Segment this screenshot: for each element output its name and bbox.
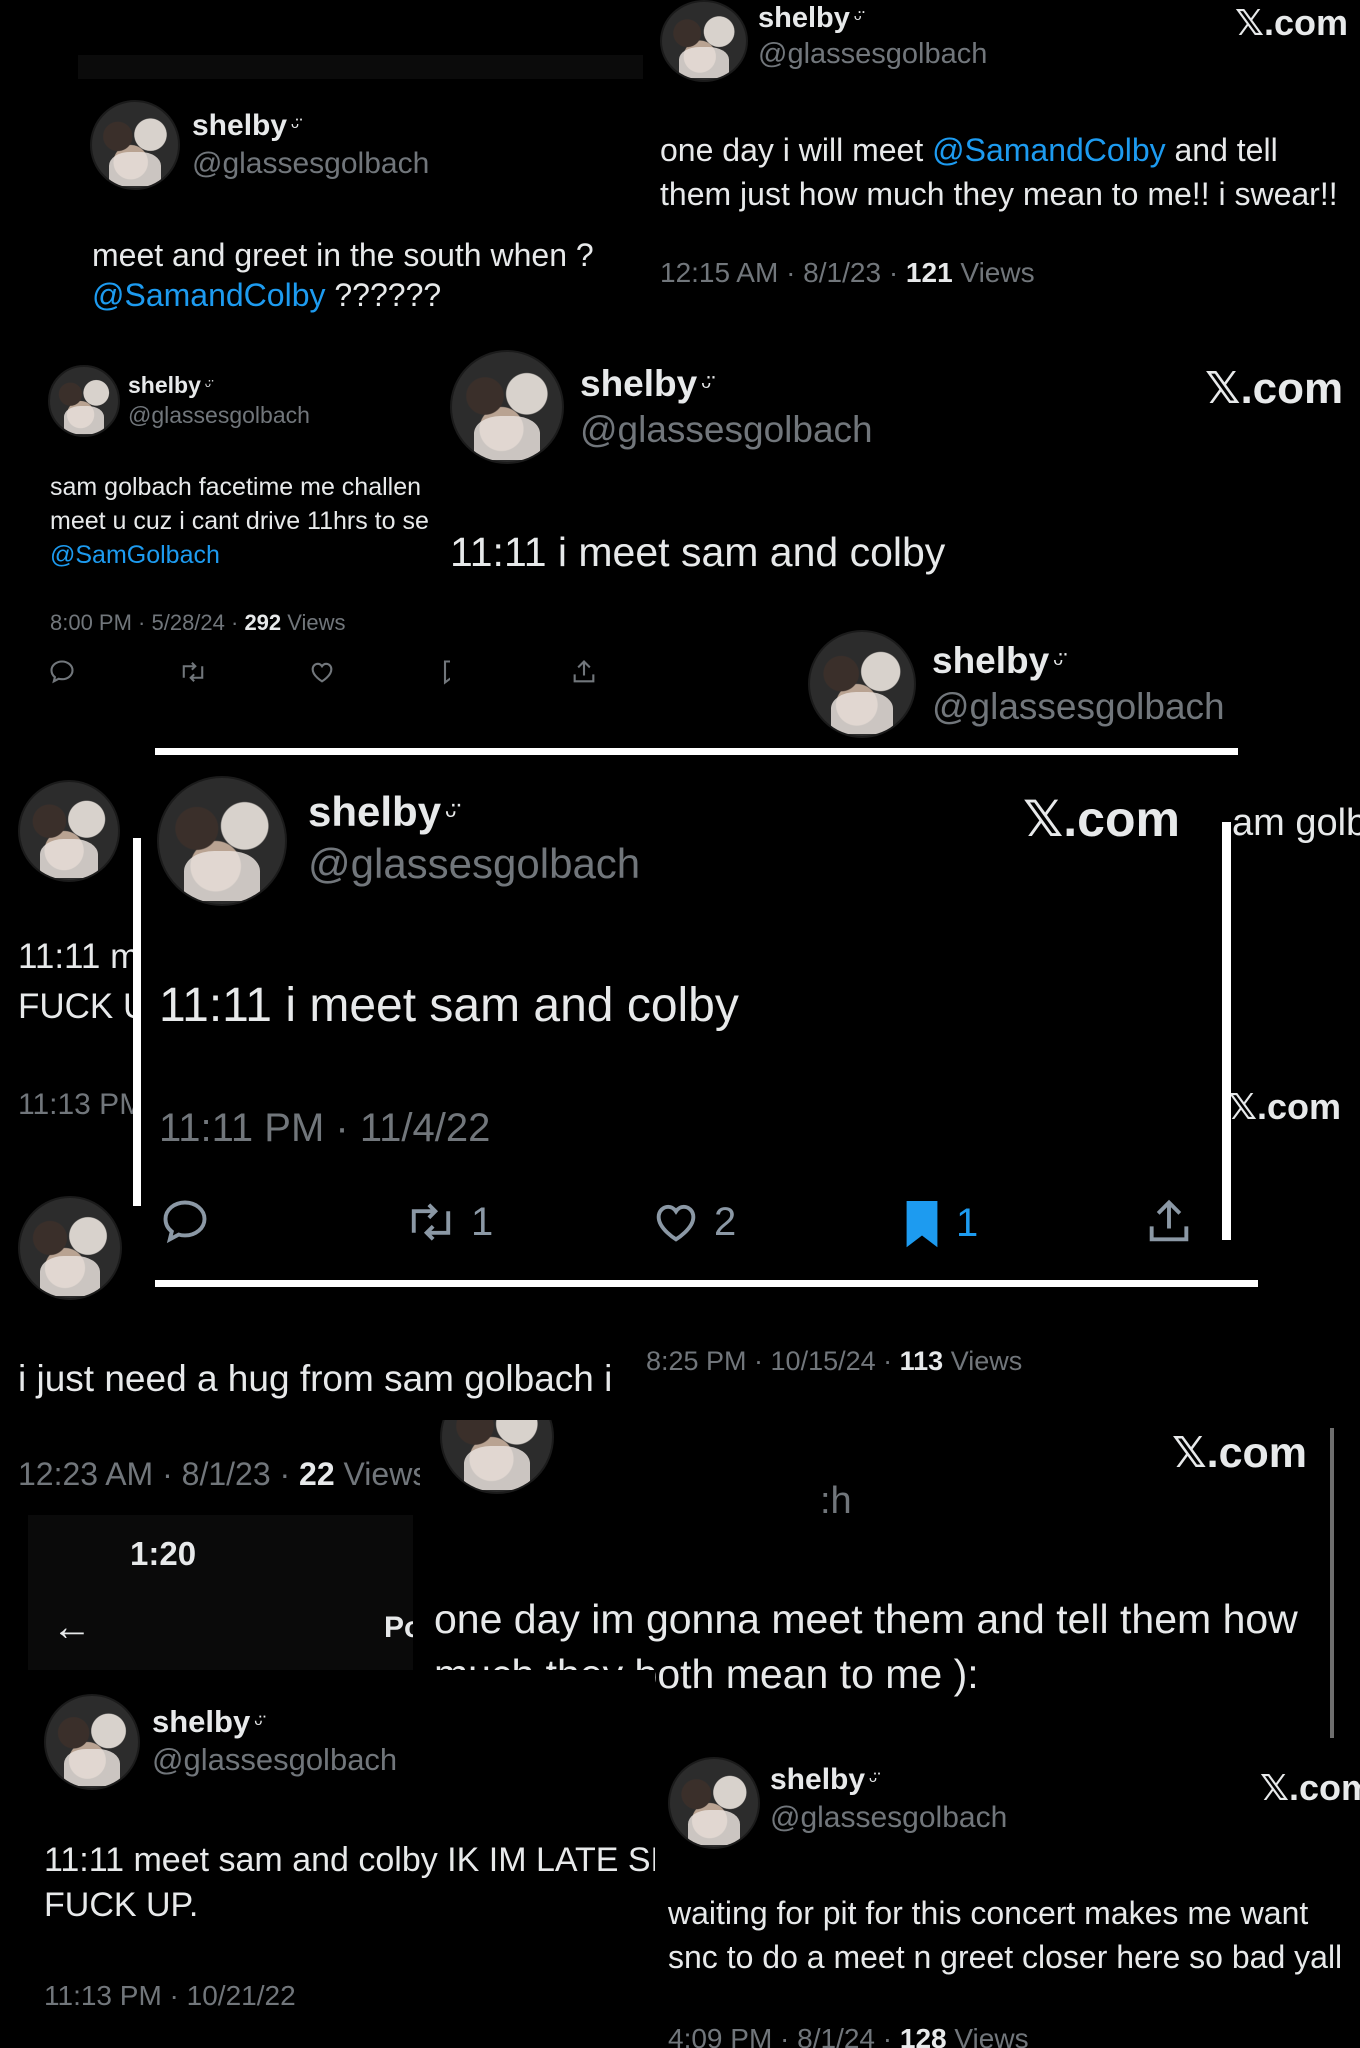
tweet-text-fragment: 11:11 m FUCK U xyxy=(18,937,140,1026)
x-brand-watermark: 𝕏.com xyxy=(1228,1086,1342,1127)
reply-icon[interactable] xyxy=(48,658,76,686)
tweet-meta: 8:25 PM · 10/15/24 · 113 Views xyxy=(646,1346,1023,1376)
tweet-text: 11:11 meet sam and colby IK IM LATE SH F… xyxy=(44,1841,655,1924)
handle[interactable]: @glassesgolbach xyxy=(308,840,640,888)
tweet-meta: 8:00 PM · 5/28/24 · 292 Views xyxy=(50,610,346,635)
like-icon[interactable] xyxy=(308,658,336,686)
tweet-card-facetime-challenge: shelby ᵕ̈ @glassesgolbach sam golbach fac… xyxy=(0,330,450,710)
tweet-text: 11:11 i meet sam and colby xyxy=(450,529,946,575)
tweet-text: i just need a hug from sam golbach i xyxy=(18,1358,613,1399)
tweet-card-waiting-for-pit: shelby ᵕ̈ @glassesgolbach 𝕏.com waiting f… xyxy=(660,1745,1360,2048)
avatar[interactable] xyxy=(90,100,180,190)
display-name[interactable]: shelby ᵕ̈ xyxy=(770,1763,877,1797)
mention-link[interactable]: @SamGolbach xyxy=(50,538,429,572)
display-name[interactable]: shelby ᵕ̈ xyxy=(758,2,862,35)
avatar[interactable] xyxy=(450,350,564,464)
avatar[interactable] xyxy=(660,0,748,82)
handle[interactable]: @glassesgolbach xyxy=(758,38,987,71)
tweet-card-meta-fragment: 8:25 PM · 10/15/24 · 113 Views xyxy=(642,1330,1102,1410)
avatar[interactable] xyxy=(44,1694,140,1790)
mention-link[interactable]: @SamandColby xyxy=(92,277,325,313)
retweet-icon[interactable] xyxy=(178,658,208,686)
like-icon xyxy=(656,1204,696,1242)
display-name[interactable]: shelby ᵕ̈ xyxy=(152,1704,262,1740)
display-name[interactable]: shelby ᵕ̈ xyxy=(932,640,1063,682)
x-brand-watermark: 𝕏.com xyxy=(1235,2,1349,43)
tweet-text: waiting for pit for this concert makes m… xyxy=(668,1895,1343,1975)
tweet-meta: 12:15 AM · 8/1/23 · 121 Views xyxy=(660,257,1035,288)
tweet-text: one day i will meet @SamandColby and tel… xyxy=(660,132,1338,212)
handle[interactable]: @glassesgolbach xyxy=(932,686,1225,728)
tweet-text-fragment: am golb xyxy=(1232,802,1360,844)
handle-fragment: :h xyxy=(820,1480,852,1522)
avatar[interactable] xyxy=(440,1420,554,1494)
bookmark-icon[interactable] xyxy=(440,658,450,686)
tweet-meta-fragment: 11:13 PM xyxy=(18,1088,140,1121)
tweet-text: sam golbach facetime me challen meet u c… xyxy=(50,470,429,572)
tweet-meta: 4:09 PM · 8/1/24 · 128 Views xyxy=(668,2023,1029,2048)
like-count: 2 xyxy=(714,1199,737,1244)
frame-top xyxy=(155,748,1238,755)
reply-icon[interactable] xyxy=(159,1196,211,1248)
bookmark-button[interactable]: 1 xyxy=(900,1196,978,1250)
tweet-card-1111-meet-main: shelby ᵕ̈ @glassesgolbach 𝕏.com 11:11 i m… xyxy=(145,760,1217,1275)
x-brand-watermark: 𝕏.com xyxy=(1172,1429,1308,1477)
avatar[interactable] xyxy=(668,1757,760,1849)
display-name[interactable]: shelby ᵕ̈ xyxy=(192,109,299,143)
display-name[interactable]: shelby ᵕ̈ xyxy=(128,372,211,399)
frame-left xyxy=(133,838,141,1206)
display-name[interactable]: shelby ᵕ̈ xyxy=(580,363,711,405)
header-title-fragment: Po xyxy=(384,1611,413,1644)
tweet-meta: 12:23 AM · 8/1/23 · 22 Views xyxy=(18,1456,429,1492)
handle[interactable]: @glassesgolbach xyxy=(128,402,310,429)
bookmark-filled-icon xyxy=(906,1201,938,1248)
share-icon[interactable] xyxy=(1143,1196,1195,1248)
tweet-text: 11:11 i meet sam and colby xyxy=(159,979,739,1032)
handle[interactable]: @glassesgolbach xyxy=(192,147,429,181)
avatar[interactable] xyxy=(18,1196,122,1300)
retweet-icon xyxy=(411,1203,451,1241)
cropped-divider xyxy=(78,55,643,79)
avatar[interactable] xyxy=(48,365,120,437)
status-time: 1:20 xyxy=(130,1535,197,1572)
tweet-meta: 11:13 PM · 10/21/22 xyxy=(44,1980,296,2011)
handle[interactable]: @glassesgolbach xyxy=(580,409,873,451)
tweet-card-one-day-i-will-meet: shelby ᵕ̈ @glassesgolbach 𝕏.com one day i… xyxy=(650,0,1360,320)
back-arrow-icon[interactable]: ← xyxy=(52,1605,92,1650)
tweet-card-header-fragment: shelby ᵕ̈ @glassesgolbach xyxy=(800,620,1360,740)
cropped-edge xyxy=(1330,1428,1334,1738)
share-icon[interactable] xyxy=(570,658,598,686)
x-brand-watermark: 𝕏.com xyxy=(1260,1767,1360,1808)
retweet-button[interactable]: 1 xyxy=(403,1196,493,1248)
frame-right xyxy=(1222,822,1231,1240)
tweet-text: meet and greet in the south when ? @Sama… xyxy=(92,237,594,313)
avatar[interactable] xyxy=(18,780,120,882)
mention-link[interactable]: @SamandColby xyxy=(932,132,1165,168)
retweet-count: 1 xyxy=(471,1199,494,1244)
like-button[interactable]: 2 xyxy=(650,1196,736,1248)
x-brand-watermark: 𝕏.com xyxy=(1205,364,1344,413)
frame-bottom xyxy=(155,1280,1258,1287)
tweet-card-meet-and-greet: shelby ᵕ̈ @glassesgolbach meet and greet … xyxy=(60,55,660,320)
x-brand-watermark: 𝕏.com xyxy=(1023,791,1180,847)
avatar[interactable] xyxy=(808,630,916,738)
tweet-card-1111-meet-large: shelby ᵕ̈ @glassesgolbach 𝕏.com 11:11 i m… xyxy=(440,335,1360,595)
avatar[interactable] xyxy=(157,776,287,906)
status-bar: 1:20 ← Po xyxy=(28,1515,413,1671)
tweet-meta: 11:11 PM · 11/4/22 xyxy=(159,1106,491,1150)
tweet-card-1111-late: shelby ᵕ̈ @glassesgolbach 11:11 meet sam … xyxy=(0,1670,655,2048)
handle[interactable]: @glassesgolbach xyxy=(152,1742,397,1778)
tweet-card-left-fragment: 11:11 m FUCK U 11:13 PM xyxy=(0,760,140,1320)
bookmark-count: 1 xyxy=(956,1200,979,1245)
display-name[interactable]: shelby ᵕ̈ xyxy=(308,788,456,836)
handle[interactable]: @glassesgolbach xyxy=(770,1801,1007,1835)
